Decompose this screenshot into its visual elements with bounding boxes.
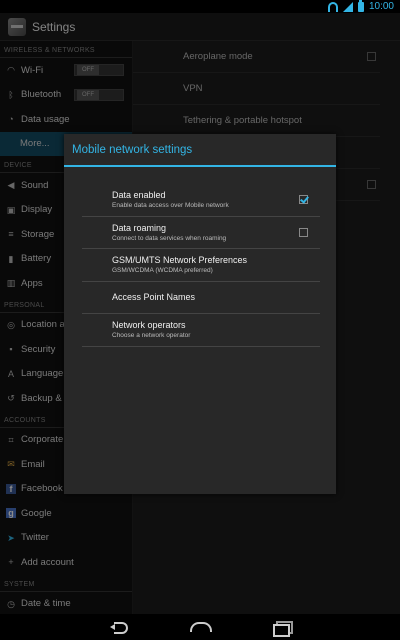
item-subtitle: Connect to data services when roaming: [112, 234, 227, 242]
home-icon[interactable]: [188, 620, 212, 634]
mobile-network-settings-dialog: Mobile network settings Data enabled Ena…: [64, 134, 336, 494]
data-roaming-checkbox[interactable]: [299, 227, 308, 237]
item-title: Access Point Names: [112, 292, 196, 303]
item-title: Network operators: [112, 320, 186, 331]
item-subtitle: GSM/WCDMA (WCDMA preferred): [112, 267, 213, 275]
item-title: Data roaming: [112, 222, 167, 233]
item-title: Data enabled: [112, 190, 166, 201]
network-operators-item[interactable]: Network operators Choose a network opera…: [82, 314, 320, 347]
dialog-list: Data enabled Enable data access over Mob…: [82, 184, 320, 347]
navigation-bar: [0, 614, 400, 640]
item-title: GSM/UMTS Network Preferences: [112, 255, 248, 266]
item-subtitle: Choose a network operator: [112, 332, 191, 340]
data-enabled-checkbox[interactable]: [299, 195, 308, 204]
wifi-icon: [327, 1, 338, 12]
back-icon[interactable]: [108, 620, 132, 634]
recent-apps-icon[interactable]: [272, 620, 293, 637]
status-icons: 10:00: [327, 0, 394, 13]
data-roaming-item[interactable]: Data roaming Connect to data services wh…: [82, 217, 320, 249]
battery-icon: [357, 0, 364, 12]
access-point-names-item[interactable]: Access Point Names: [82, 282, 320, 314]
status-time: 10:00: [368, 1, 394, 12]
dialog-title: Mobile network settings: [64, 134, 336, 167]
item-subtitle: Enable data access over Mobile network: [112, 202, 229, 210]
data-enabled-item[interactable]: Data enabled Enable data access over Mob…: [82, 184, 320, 217]
network-preferences-item[interactable]: GSM/UMTS Network Preferences GSM/WCDMA (…: [82, 249, 320, 282]
signal-icon: [342, 1, 353, 12]
status-bar: 10:00: [0, 0, 400, 13]
